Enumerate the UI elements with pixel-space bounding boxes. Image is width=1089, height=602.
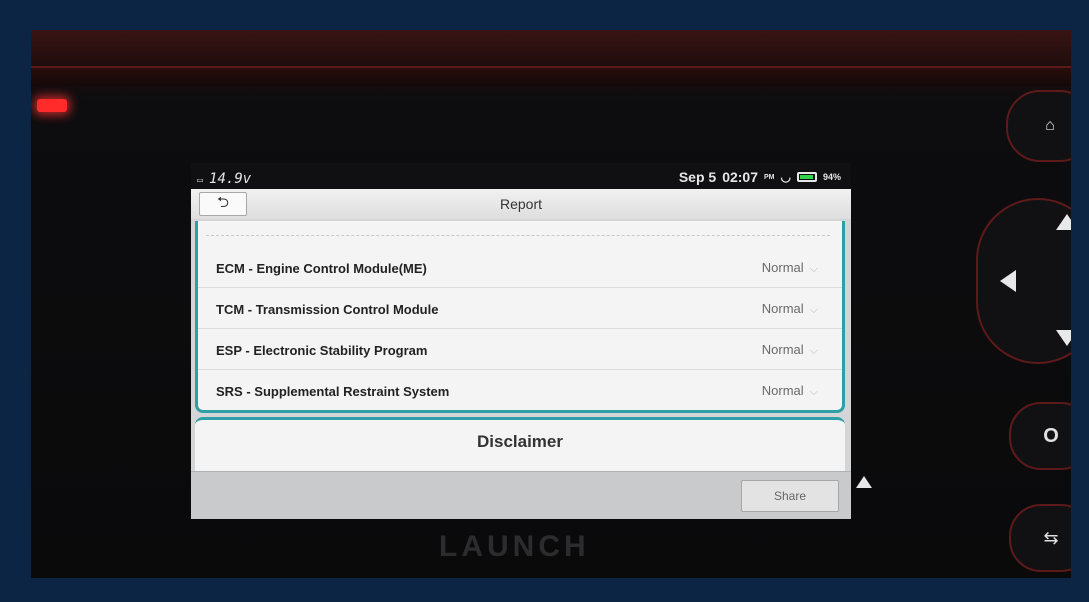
bottom-toolbar: Share: [191, 471, 851, 519]
hardware-back-button[interactable]: ⇆: [1009, 504, 1071, 572]
scan-tool-device: ⌂ O ⇆ LAUNCH ▭ 14.9v Sep 5 02:07 PM ◡ 94%: [31, 30, 1071, 578]
device-brand-logo: LAUNCH: [439, 530, 590, 563]
list-item[interactable]: ECM - Engine Control Module(ME) Normal ⌵: [198, 247, 842, 288]
return-icon: ⇆: [1043, 527, 1059, 548]
module-status-dropdown[interactable]: Normal ⌵: [762, 342, 818, 358]
status-bar: ▭ 14.9v Sep 5 02:07 PM ◡ 94%: [191, 163, 851, 189]
list-item[interactable]: TCM - Transmission Control Module Normal…: [198, 288, 842, 329]
status-time: 02:07: [722, 169, 758, 185]
module-name: SRS - Supplemental Restraint System: [216, 384, 450, 399]
modules-list: ECM - Engine Control Module(ME) Normal ⌵ …: [195, 221, 845, 413]
device-top-rim: [31, 66, 1071, 86]
voltage-value: 14.9v: [209, 171, 252, 187]
chevron-down-icon: ⌵: [809, 304, 818, 316]
arrow-up-icon[interactable]: [1056, 214, 1071, 230]
list-item[interactable]: ESP - Electronic Stability Program Norma…: [198, 329, 842, 370]
title-bar: ⮌ Report: [191, 189, 851, 220]
device-screen: ▭ 14.9v Sep 5 02:07 PM ◡ 94% ⮌ Report ECM…: [191, 163, 851, 519]
ok-icon: O: [1043, 424, 1059, 447]
module-name: TCM - Transmission Control Module: [216, 302, 439, 317]
battery-icon: [796, 172, 817, 182]
battery-voltage-icon: ▭: [197, 175, 204, 186]
module-name: ESP - Electronic Stability Program: [216, 343, 428, 358]
arrow-down-icon[interactable]: [1056, 330, 1071, 346]
chevron-down-icon: ⌵: [809, 345, 818, 357]
report-content[interactable]: ECM - Engine Control Module(ME) Normal ⌵ …: [191, 219, 851, 471]
wifi-icon: ◡: [780, 170, 791, 184]
voltage-readout: ▭ 14.9v: [197, 171, 251, 187]
list-item[interactable]: SRS - Supplemental Restraint System Norm…: [198, 370, 842, 410]
power-led-indicator: [37, 99, 67, 112]
hardware-dpad[interactable]: [976, 198, 1071, 364]
disclaimer-heading: Disclaimer: [477, 432, 563, 451]
module-status-dropdown[interactable]: Normal ⌵: [762, 260, 818, 276]
chevron-down-icon: ⌵: [809, 263, 818, 275]
hardware-home-button[interactable]: ⌂: [1006, 90, 1071, 162]
chevron-down-icon: ⌵: [809, 386, 818, 398]
module-name: ECM - Engine Control Module(ME): [216, 261, 427, 276]
module-status-dropdown[interactable]: Normal ⌵: [762, 301, 818, 317]
home-icon: ⌂: [1045, 117, 1055, 134]
disclaimer-section[interactable]: Disclaimer: [195, 417, 845, 471]
status-right-group: Sep 5 02:07 PM ◡ 94%: [679, 169, 841, 185]
scroll-up-icon[interactable]: [856, 476, 872, 488]
page-title: Report: [499, 196, 543, 212]
share-button[interactable]: Share: [741, 480, 839, 512]
module-status-dropdown[interactable]: Normal ⌵: [762, 383, 818, 399]
status-date: Sep 5: [678, 169, 717, 185]
hardware-ok-button[interactable]: O: [1009, 402, 1071, 470]
dotted-divider: [206, 235, 830, 236]
status-ampm: PM: [764, 173, 775, 181]
arrow-left-icon[interactable]: [1000, 270, 1016, 292]
battery-percent: 94%: [822, 172, 841, 182]
